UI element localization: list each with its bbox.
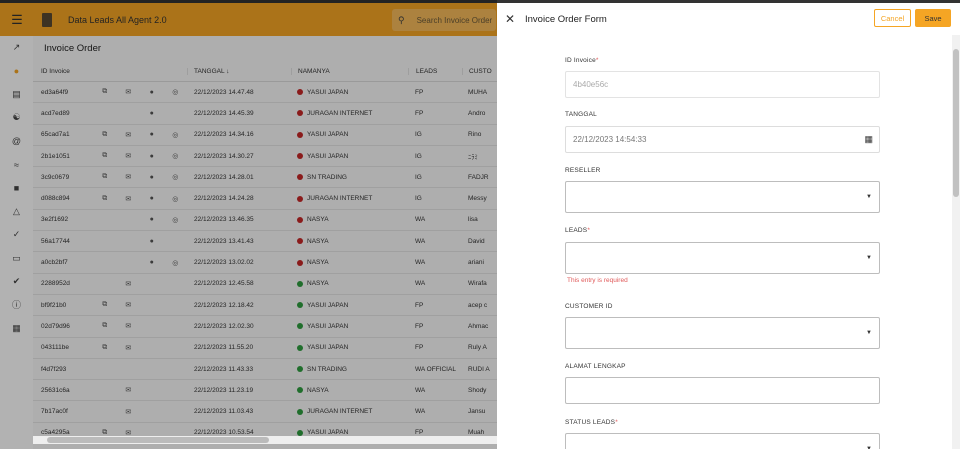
modal-overlay[interactable] xyxy=(0,0,497,449)
customer-id-label: CUSTOMER ID xyxy=(565,303,613,310)
horizontal-scrollbar[interactable] xyxy=(33,436,497,444)
alamat-input[interactable] xyxy=(565,377,880,404)
id-invoice-field: 4b40e56c xyxy=(565,71,880,98)
chevron-down-icon: ▼ xyxy=(866,255,872,261)
leads-label: LEADS* xyxy=(565,227,591,234)
cancel-button[interactable]: Cancel xyxy=(874,9,911,27)
reseller-select[interactable]: ▼ xyxy=(565,181,880,213)
id-invoice-label: ID Invoice* xyxy=(565,57,599,64)
scrollbar-thumb[interactable] xyxy=(47,437,269,443)
id-invoice-value: 4b40e56c xyxy=(573,80,609,89)
tanggal-label: TANGGAL xyxy=(565,111,597,118)
app-window: ☰ Data Leads All Agent 2.0 ⚲ Search Invo… xyxy=(0,0,960,449)
reseller-label: RESELLER xyxy=(565,167,601,174)
vertical-scrollbar[interactable] xyxy=(952,35,960,449)
invoice-order-form-drawer: ✕ Invoice Order Form Cancel Save ID Invo… xyxy=(497,0,960,449)
chevron-down-icon: ▼ xyxy=(866,194,872,200)
leads-error: This entry is required xyxy=(567,277,628,284)
tanggal-field[interactable]: 22/12/2023 14:54:33 ▦ xyxy=(565,126,880,153)
customer-id-select[interactable]: ▼ xyxy=(565,317,880,349)
scrollbar-thumb[interactable] xyxy=(953,49,959,197)
leads-select[interactable]: ▼ xyxy=(565,242,880,274)
drawer-title: Invoice Order Form xyxy=(525,13,607,25)
chevron-down-icon: ▼ xyxy=(866,330,872,336)
tanggal-value: 22/12/2023 14:54:33 xyxy=(573,135,647,144)
close-icon[interactable]: ✕ xyxy=(497,12,523,26)
alamat-label: ALAMAT LENGKAP xyxy=(565,363,626,370)
status-leads-label: STATUS LEADS* xyxy=(565,419,618,426)
calendar-icon[interactable]: ▦ xyxy=(864,134,873,145)
save-button[interactable]: Save xyxy=(915,9,951,27)
status-leads-select[interactable]: ▼ xyxy=(565,433,880,449)
